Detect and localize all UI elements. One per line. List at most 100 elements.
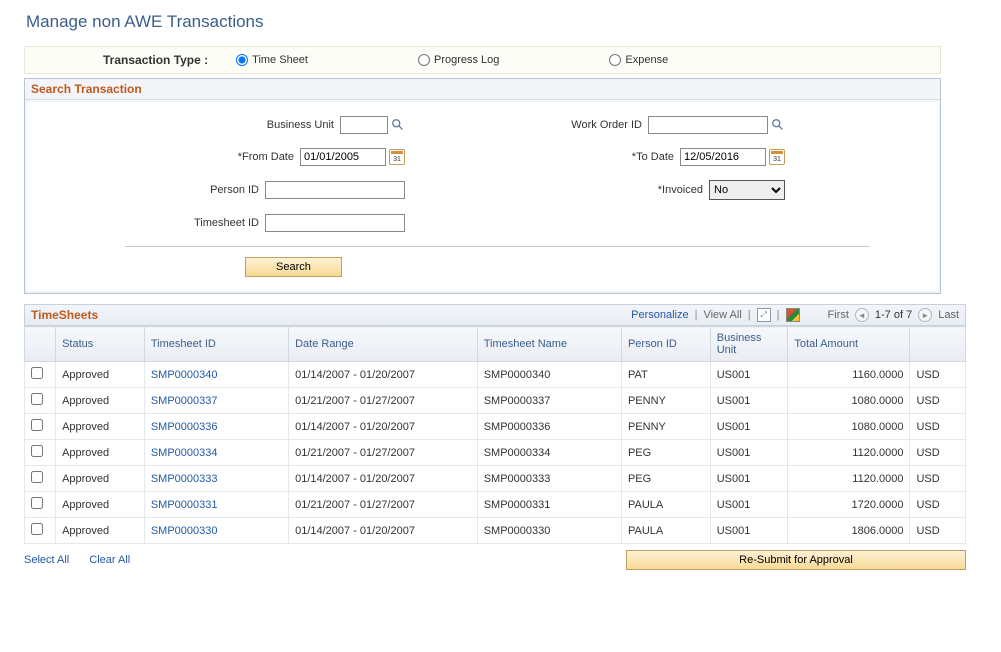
row-status: Approved <box>56 440 145 466</box>
row-status: Approved <box>56 492 145 518</box>
grid-tools: Personalize | View All | ⤢ | First ◄ 1-7… <box>631 308 959 322</box>
timesheet-link[interactable]: SMP0000336 <box>151 421 218 433</box>
zoom-icon[interactable]: ⤢ <box>757 308 771 322</box>
row-total-amount: 1080.0000 <box>788 388 910 414</box>
row-checkbox-cell <box>25 466 56 492</box>
person-id-label: Person ID <box>210 184 259 196</box>
row-business-unit: US001 <box>710 518 788 544</box>
col-currency <box>910 327 966 362</box>
clear-all-link[interactable]: Clear All <box>89 554 130 566</box>
row-timesheet-name: SMP0000334 <box>477 440 621 466</box>
timesheet-link[interactable]: SMP0000337 <box>151 395 218 407</box>
radio-progress-input[interactable] <box>418 54 430 66</box>
timesheet-id-input[interactable] <box>265 214 405 232</box>
business-unit-label: Business Unit <box>267 119 334 131</box>
radio-timesheet-input[interactable] <box>236 54 248 66</box>
to-date-input[interactable] <box>680 148 766 166</box>
invoiced-label: *Invoiced <box>658 184 703 196</box>
table-row: ApprovedSMP000033001/14/2007 - 01/20/200… <box>25 518 966 544</box>
nav-range: 1-7 of 7 <box>875 309 912 321</box>
row-date-range: 01/14/2007 - 01/20/2007 <box>289 518 478 544</box>
row-checkbox[interactable] <box>31 497 43 509</box>
calendar-icon[interactable] <box>769 149 785 165</box>
row-checkbox[interactable] <box>31 471 43 483</box>
row-business-unit: US001 <box>710 492 788 518</box>
radio-progress-label: Progress Log <box>434 54 499 66</box>
row-person-id: PEG <box>621 466 710 492</box>
from-date-input[interactable] <box>300 148 386 166</box>
radio-progress[interactable]: Progress Log <box>418 54 499 66</box>
work-order-id-input[interactable] <box>648 116 768 134</box>
row-timesheet-name: SMP0000330 <box>477 518 621 544</box>
row-currency: USD <box>910 518 966 544</box>
person-id-input[interactable] <box>265 181 405 199</box>
row-checkbox-cell <box>25 492 56 518</box>
row-timesheet-name: SMP0000333 <box>477 466 621 492</box>
separator: | <box>777 309 780 321</box>
col-date-range[interactable]: Date Range <box>289 327 478 362</box>
row-checkbox-cell <box>25 388 56 414</box>
timesheets-table: Status Timesheet ID Date Range Timesheet… <box>24 326 966 544</box>
row-business-unit: US001 <box>710 440 788 466</box>
row-person-id: PENNY <box>621 388 710 414</box>
row-total-amount: 1720.0000 <box>788 492 910 518</box>
business-unit-input[interactable] <box>340 116 388 134</box>
row-timesheet-name: SMP0000331 <box>477 492 621 518</box>
timesheet-link[interactable]: SMP0000330 <box>151 525 218 537</box>
radio-expense-label: Expense <box>625 54 668 66</box>
row-checkbox[interactable] <box>31 523 43 535</box>
col-timesheet-id[interactable]: Timesheet ID <box>144 327 288 362</box>
table-row: ApprovedSMP000033701/21/2007 - 01/27/200… <box>25 388 966 414</box>
col-business-unit[interactable]: Business Unit <box>710 327 788 362</box>
personalize-link[interactable]: Personalize <box>631 309 688 321</box>
row-checkbox[interactable] <box>31 419 43 431</box>
row-timesheet-id: SMP0000334 <box>144 440 288 466</box>
col-person-id[interactable]: Person ID <box>621 327 710 362</box>
radio-expense-input[interactable] <box>609 54 621 66</box>
search-panel: Search Transaction Business Unit Work Or… <box>24 78 941 294</box>
table-header-row: Status Timesheet ID Date Range Timesheet… <box>25 327 966 362</box>
row-person-id: PAULA <box>621 492 710 518</box>
row-date-range: 01/14/2007 - 01/20/2007 <box>289 362 478 388</box>
radio-timesheet[interactable]: Time Sheet <box>236 54 308 66</box>
nav-last[interactable]: Last <box>938 309 959 321</box>
to-date-label: *To Date <box>632 151 674 163</box>
select-all-link[interactable]: Select All <box>24 554 69 566</box>
col-checkbox <box>25 327 56 362</box>
calendar-icon[interactable] <box>389 149 405 165</box>
row-currency: USD <box>910 362 966 388</box>
timesheet-link[interactable]: SMP0000333 <box>151 473 218 485</box>
nav-prev-icon[interactable]: ◄ <box>855 308 869 322</box>
row-business-unit: US001 <box>710 466 788 492</box>
row-business-unit: US001 <box>710 362 788 388</box>
nav-next-icon[interactable]: ► <box>918 308 932 322</box>
nav-first[interactable]: First <box>828 309 849 321</box>
timesheet-link[interactable]: SMP0000331 <box>151 499 218 511</box>
timesheet-link[interactable]: SMP0000340 <box>151 369 218 381</box>
radio-expense[interactable]: Expense <box>609 54 668 66</box>
resubmit-button[interactable]: Re-Submit for Approval <box>626 550 966 570</box>
row-total-amount: 1806.0000 <box>788 518 910 544</box>
row-status: Approved <box>56 388 145 414</box>
lookup-icon[interactable] <box>771 118 785 132</box>
row-timesheet-id: SMP0000337 <box>144 388 288 414</box>
row-date-range: 01/21/2007 - 01/27/2007 <box>289 492 478 518</box>
invoiced-select[interactable]: No <box>709 180 785 200</box>
col-timesheet-name[interactable]: Timesheet Name <box>477 327 621 362</box>
row-currency: USD <box>910 414 966 440</box>
col-total-amount[interactable]: Total Amount <box>788 327 910 362</box>
row-business-unit: US001 <box>710 414 788 440</box>
download-spreadsheet-icon[interactable] <box>786 308 800 322</box>
timesheet-id-label: Timesheet ID <box>194 217 259 229</box>
row-checkbox[interactable] <box>31 445 43 457</box>
from-date-label: *From Date <box>238 151 294 163</box>
row-status: Approved <box>56 362 145 388</box>
row-checkbox[interactable] <box>31 367 43 379</box>
view-all-link[interactable]: View All <box>703 309 741 321</box>
row-status: Approved <box>56 466 145 492</box>
lookup-icon[interactable] <box>391 118 405 132</box>
search-button[interactable]: Search <box>245 257 342 277</box>
timesheet-link[interactable]: SMP0000334 <box>151 447 218 459</box>
row-checkbox[interactable] <box>31 393 43 405</box>
col-status[interactable]: Status <box>56 327 145 362</box>
